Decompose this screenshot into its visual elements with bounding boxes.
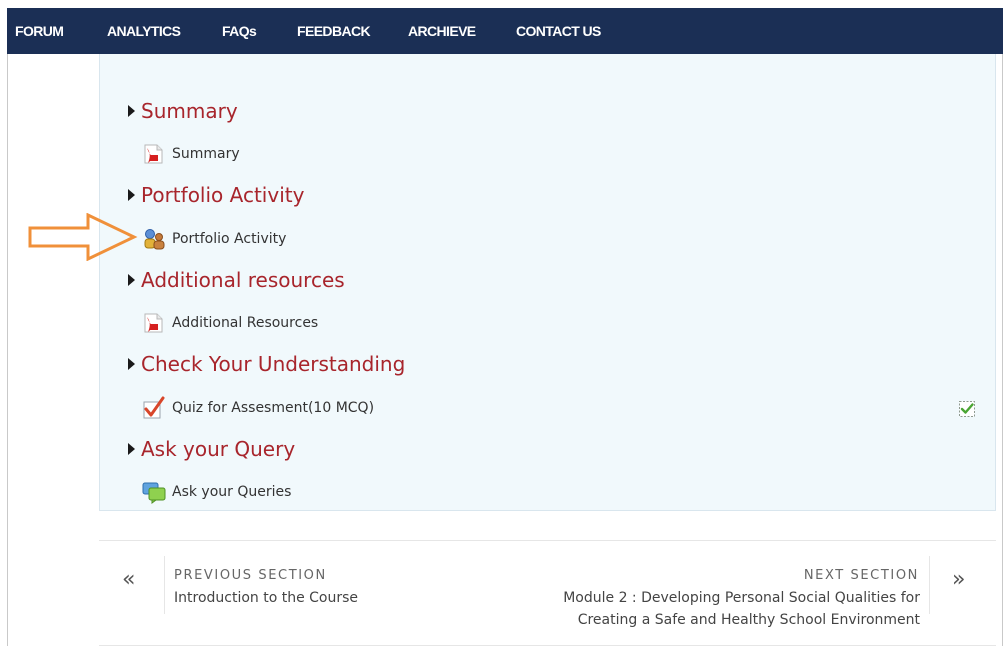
activity-ask-queries[interactable]: Ask your Queries	[142, 480, 291, 504]
quiz-checkmark-icon	[142, 396, 166, 420]
section-title: Ask your Query	[141, 437, 296, 461]
expand-caret-icon	[128, 105, 135, 117]
activity-label: Quiz for Assesment(10 MCQ)	[172, 400, 375, 416]
activity-quiz[interactable]: Quiz for Assesment(10 MCQ)	[142, 396, 374, 420]
section-title: Additional resources	[141, 268, 345, 292]
prev-divider	[164, 556, 165, 614]
nav-faqs[interactable]: FAQs	[222, 8, 257, 54]
next-section-chevron-icon[interactable]: »	[952, 566, 965, 594]
previous-section-link[interactable]: Introduction to the Course	[174, 588, 358, 609]
nav-feedback[interactable]: FEEDBACK	[297, 8, 371, 54]
expand-caret-icon	[128, 189, 135, 201]
completion-checkbox[interactable]	[958, 400, 976, 418]
chat-bubbles-icon	[142, 480, 166, 504]
section-heading-ask-your-query[interactable]: Ask your Query	[128, 435, 295, 463]
previous-section-caption: PREVIOUS SECTION	[174, 568, 327, 583]
section-heading-summary[interactable]: Summary	[128, 97, 238, 125]
annotation-arrow-icon	[28, 213, 138, 261]
next-section-link-line2[interactable]: Creating a Safe and Healthy School Envir…	[578, 610, 920, 631]
section-nav-divider-top	[99, 540, 996, 541]
activity-label: Ask your Queries	[172, 484, 292, 500]
activity-additional-resources[interactable]: Additional Resources	[142, 311, 318, 335]
activity-label: Portfolio Activity	[172, 231, 287, 247]
next-section-link-line1[interactable]: Module 2 : Developing Personal Social Qu…	[563, 588, 920, 609]
activity-portfolio[interactable]: Portfolio Activity	[142, 227, 286, 251]
activity-summary[interactable]: Summary	[142, 142, 240, 166]
pdf-icon	[142, 142, 166, 166]
section-title: Check Your Understanding	[141, 352, 406, 376]
section-title: Summary	[141, 99, 238, 123]
next-section-caption: NEXT SECTION	[803, 568, 919, 583]
next-divider	[929, 556, 930, 614]
previous-section-chevron-icon[interactable]: «	[122, 566, 135, 594]
page-frame-left	[7, 8, 8, 646]
activity-label: Summary	[172, 146, 240, 162]
section-heading-check-your-understanding[interactable]: Check Your Understanding	[128, 350, 405, 378]
section-title: Portfolio Activity	[141, 183, 305, 207]
portfolio-users-icon	[142, 227, 166, 251]
completion-check-icon	[959, 401, 975, 417]
expand-caret-icon	[128, 443, 135, 455]
nav-contact-us[interactable]: CONTACT US	[516, 8, 601, 54]
expand-caret-icon	[128, 358, 135, 370]
nav-analytics[interactable]: ANALYTICS	[107, 8, 181, 54]
page-frame-right	[1002, 8, 1003, 646]
pdf-icon	[142, 311, 166, 335]
expand-caret-icon	[128, 274, 135, 286]
section-heading-additional-resources[interactable]: Additional resources	[128, 266, 345, 294]
top-navigation: FORUM ANALYTICS FAQs FEEDBACK ARCHIEVE C…	[7, 8, 1003, 54]
section-heading-portfolio-activity[interactable]: Portfolio Activity	[128, 181, 304, 209]
nav-archieve[interactable]: ARCHIEVE	[408, 8, 476, 54]
nav-forum[interactable]: FORUM	[15, 8, 64, 54]
activity-label: Additional Resources	[172, 315, 319, 331]
